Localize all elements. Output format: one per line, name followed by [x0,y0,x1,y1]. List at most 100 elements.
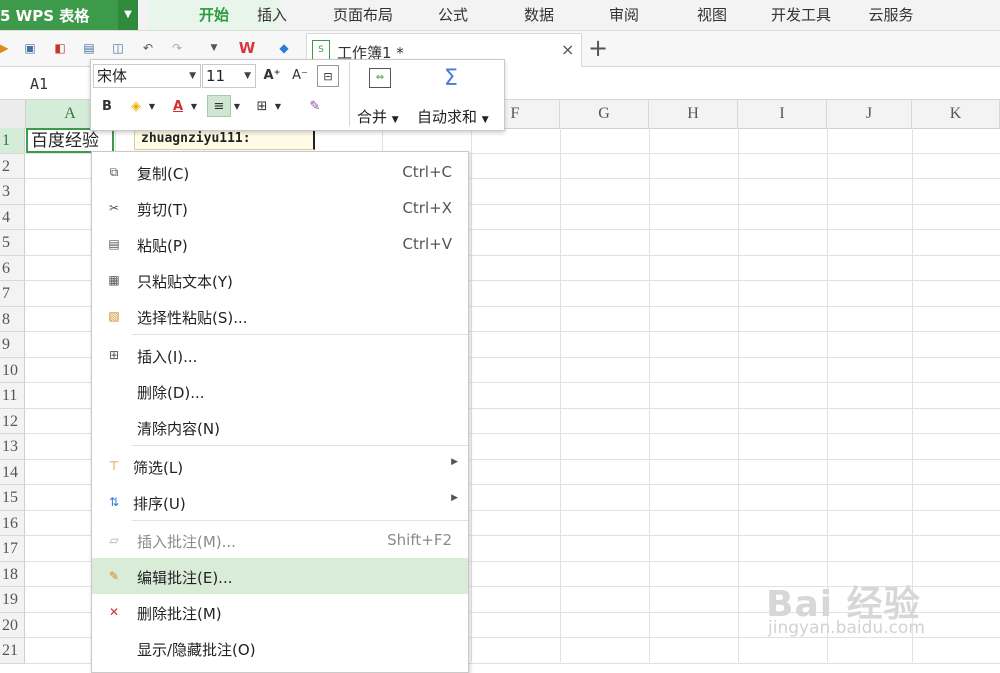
merge-button[interactable]: 合并 ▼ [357,106,399,127]
row-header-17[interactable]: 17 [0,536,25,562]
font-color-dropdown-icon[interactable]: ▼ [189,96,199,118]
save-icon[interactable]: ▣ [22,40,38,56]
row-header-5[interactable]: 5 [0,230,25,256]
row-header-4[interactable]: 4 [0,204,25,230]
column-header-h[interactable]: H [649,100,738,128]
row-header-21[interactable]: 21 [0,638,25,664]
column-header-i[interactable]: I [738,100,827,128]
context-menu: ⧉ 复制(C) Ctrl+C ✂ 剪切(T) Ctrl+X ▤ 粘贴(P) Ct… [91,151,469,673]
name-box[interactable]: A1 [30,75,48,93]
row-header-20[interactable]: 20 [0,612,25,638]
row-header-16[interactable]: 16 [0,510,25,536]
row-header-8[interactable]: 8 [0,306,25,332]
menu-item-delete-comment[interactable]: ✕ 删除批注(M) [92,594,468,630]
cube-icon[interactable]: ◆ [276,40,292,56]
row-header-11[interactable]: 11 [0,383,25,409]
menu-item-edit-comment[interactable]: ✎ 编辑批注(E)... [92,558,468,594]
row-header-10[interactable]: 10 [0,357,25,383]
menu-bar: 5 WPS 表格 ▼ 开始 插入 页面布局 公式 数据 审阅 视图 开发工具 云… [0,0,1000,31]
tab-data[interactable]: 数据 [515,0,563,30]
font-color-button[interactable]: A [169,96,187,118]
menu-item-filter[interactable]: ⊤ 筛选(L) ▶ [92,448,468,484]
format-painter-icon[interactable]: ✎ [305,96,325,118]
new-tab-button[interactable]: + [588,33,608,63]
autosum-icon[interactable]: Σ [444,66,458,91]
row-header-3[interactable]: 3 [0,179,25,205]
row-header-18[interactable]: 18 [0,561,25,587]
grid-column-line [560,128,561,662]
tab-view[interactable]: 视图 [688,0,736,30]
tab-insert[interactable]: 插入 [246,0,298,30]
print-preview-icon[interactable]: ◫ [110,40,126,56]
border-dropdown-icon[interactable]: ▼ [273,96,283,118]
chevron-right-icon: ▶ [451,493,458,503]
wps-logo-icon[interactable]: W [236,40,258,56]
chevron-down-icon: ▼ [481,115,489,125]
column-header-g[interactable]: G [560,100,649,128]
redo-icon[interactable]: ↷ [169,40,185,56]
align-dropdown-icon[interactable]: ▼ [232,96,242,118]
grid-column-line [471,128,472,662]
chevron-right-icon: ▶ [451,457,458,467]
tab-page-layout[interactable]: 页面布局 [325,0,401,30]
menu-item-label: 剪切(T) [137,201,188,219]
print-icon[interactable]: ▤ [81,40,97,56]
shrink-font-button[interactable]: A⁻ [289,65,311,87]
chevron-down-icon: ▼ [189,71,196,81]
bold-button[interactable]: B [97,96,117,118]
menu-item-cut[interactable]: ✂ 剪切(T) Ctrl+X [92,190,468,226]
fill-color-icon[interactable]: ◈ [127,96,145,118]
paste-icon: ▤ [108,237,120,251]
menu-item-show-hide-comment[interactable]: 显示/隐藏批注(O) [92,630,468,666]
menu-item-clear-contents[interactable]: 清除内容(N) [92,409,468,445]
border-icon[interactable]: ⊞ [253,96,271,118]
menu-item-paste-text[interactable]: ▦ 只粘贴文本(Y) [92,262,468,298]
fill-color-dropdown-icon[interactable]: ▼ [147,96,157,118]
app-logo-button[interactable]: 5 WPS 表格 ▼ [0,0,138,30]
undo-icon[interactable]: ↶ [140,40,156,56]
column-header-j[interactable]: J [827,100,912,128]
align-center-icon[interactable]: ≡ [207,95,231,117]
tab-developer[interactable]: 开发工具 [763,0,839,30]
row-header-1[interactable]: 1 [0,128,25,154]
customize-icon[interactable]: ▼ [206,40,222,56]
export-pdf-icon[interactable]: ◧ [52,40,68,56]
chevron-down-icon: ▼ [391,115,399,125]
cell-a1[interactable]: 百度经验 [26,128,114,153]
menu-item-insert-comment[interactable]: ▱ 插入批注(M)... Shift+F2 [92,522,468,558]
open-icon[interactable]: ▶ [0,40,12,56]
merge-label: 合并 [357,108,388,126]
row-header-7[interactable]: 7 [0,281,25,307]
menu-item-sort[interactable]: ⇅ 排序(U) ▶ [92,484,468,520]
spreadsheet-doc-icon: S [312,40,330,60]
comment-box[interactable]: zhuagnziyu111: [134,128,315,150]
row-header-12[interactable]: 12 [0,408,25,434]
row-header-2[interactable]: 2 [0,153,25,179]
tab-cloud[interactable]: 云服务 [862,0,920,30]
menu-item-delete[interactable]: 删除(D)... [92,373,468,409]
font-name-select[interactable]: 宋体 ▼ [93,64,201,88]
column-header-k[interactable]: K [912,100,1000,128]
tab-review[interactable]: 审阅 [600,0,648,30]
grow-font-button[interactable]: A⁺ [261,65,283,87]
select-all-corner[interactable] [0,100,26,128]
menu-item-shortcut: Shift+F2 [387,531,452,549]
menu-item-copy[interactable]: ⧉ 复制(C) Ctrl+C [92,154,468,190]
autosum-button[interactable]: 自动求和 ▼ [417,106,489,127]
app-menu-caret-icon[interactable]: ▼ [118,0,138,30]
insert-icon: ⊞ [108,348,120,362]
clear-format-icon[interactable]: ⊟ [317,65,339,87]
menu-item-paste[interactable]: ▤ 粘贴(P) Ctrl+V [92,226,468,262]
menu-item-insert[interactable]: ⊞ 插入(I)... [92,337,468,373]
row-header-6[interactable]: 6 [0,255,25,281]
close-tab-icon[interactable]: × [561,40,574,59]
row-header-14[interactable]: 14 [0,459,25,485]
row-header-13[interactable]: 13 [0,434,25,460]
row-header-9[interactable]: 9 [0,332,25,358]
tab-formulas[interactable]: 公式 [430,0,476,30]
row-header-19[interactable]: 19 [0,587,25,613]
font-size-select[interactable]: 11 ▼ [202,64,256,88]
row-header-15[interactable]: 15 [0,485,25,511]
merge-cells-icon[interactable]: ⇔ [369,68,391,88]
menu-item-paste-special[interactable]: ▧ 选择性粘贴(S)... [92,298,468,334]
